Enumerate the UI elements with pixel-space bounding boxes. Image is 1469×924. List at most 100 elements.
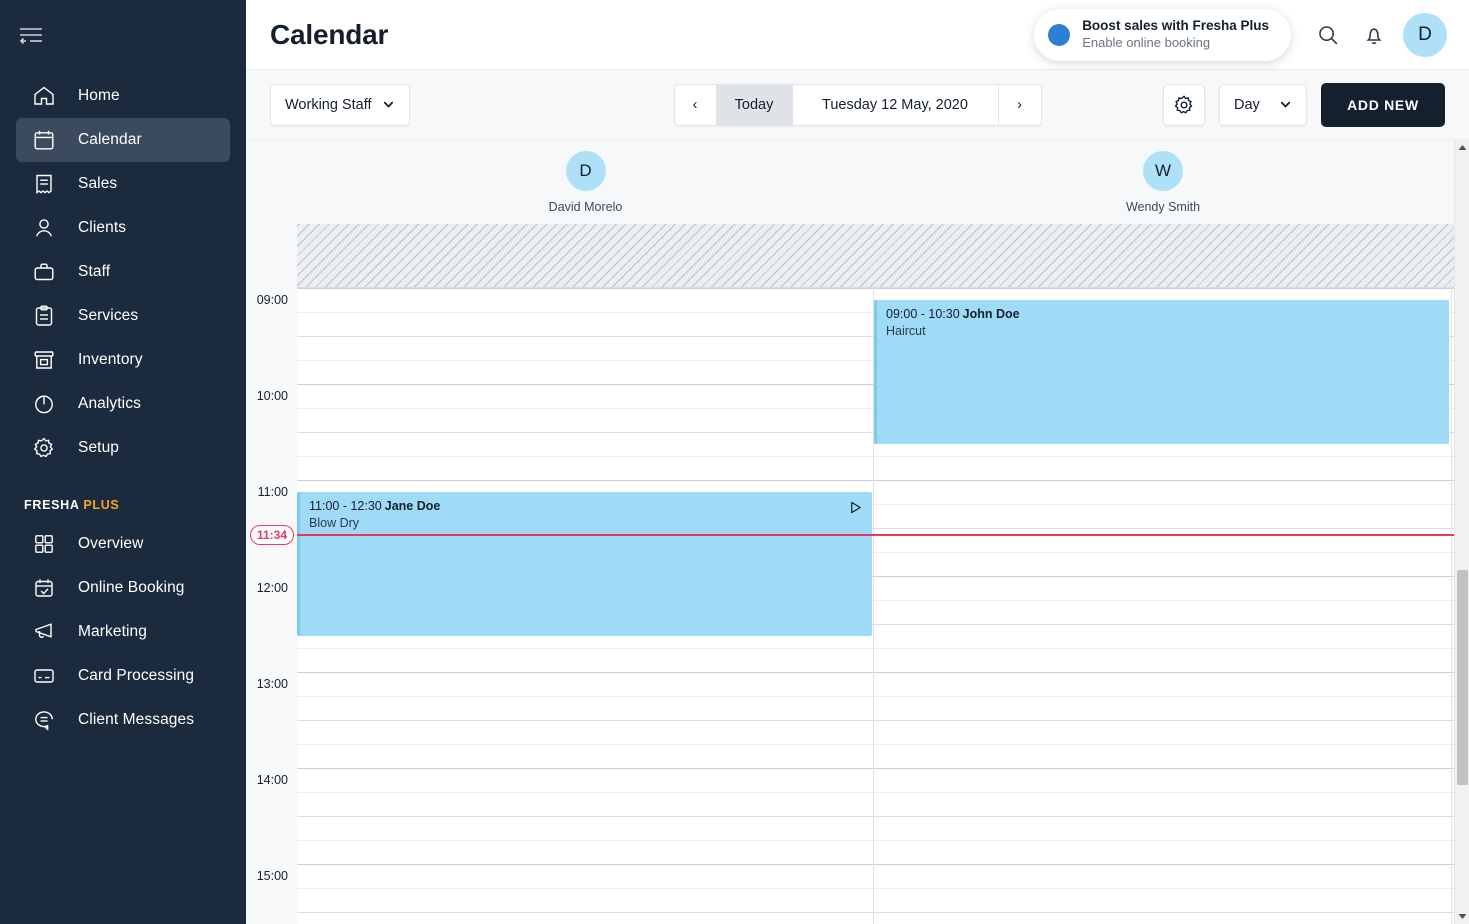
top-bar: Calendar Boost sales with Fresha Plus En… (246, 0, 1469, 70)
working-staff-label: Working Staff (285, 96, 372, 113)
sidebar-item-label: Calendar (78, 131, 142, 148)
chevron-down-icon (1279, 98, 1292, 111)
page-title: Calendar (270, 18, 389, 50)
calendar-icon (22, 118, 66, 162)
sidebar-item-label: Client Messages (78, 711, 195, 728)
chevron-down-icon (382, 98, 395, 111)
appointment-jane-doe[interactable]: 11:00 - 12:30 Jane Doe Blow Dry (297, 492, 872, 636)
view-mode-dropdown[interactable]: Day (1219, 83, 1307, 126)
current-date-label[interactable]: Tuesday 12 May, 2020 (793, 84, 999, 125)
staff-column-headers: D David Morelo W Wendy Smith (246, 140, 1469, 224)
promo-status-dot (1048, 24, 1071, 46)
sidebar-item-setup[interactable]: Setup (16, 426, 230, 470)
top-bar-actions: Boost sales with Fresha Plus Enable onli… (1034, 0, 1447, 70)
scrollbar-thumb[interactable] (1457, 570, 1468, 785)
calendar-toolbar: Working Staff ‹ Today Tuesday 12 May, 20… (246, 70, 1469, 140)
unavailable-time-block (297, 224, 1469, 288)
appointment-client: John Doe (962, 307, 1020, 321)
bell-icon (1362, 23, 1386, 47)
home-icon (22, 74, 66, 118)
inventory-box-icon (22, 338, 66, 382)
appointment-john-doe[interactable]: 09:00 - 10:30 John Doe Haircut (874, 300, 1449, 444)
view-mode-label: Day (1234, 96, 1260, 113)
next-day-button[interactable]: › (999, 85, 1041, 125)
today-button[interactable]: Today (716, 84, 793, 125)
date-navigation: ‹ Today Tuesday 12 May, 2020 › (673, 83, 1042, 126)
search-icon (1316, 23, 1340, 47)
pie-chart-icon (22, 382, 66, 426)
sidebar-item-home[interactable]: Home (16, 74, 230, 118)
user-avatar[interactable]: D (1403, 13, 1447, 57)
previous-day-button[interactable]: ‹ (675, 84, 717, 125)
fresha-plus-promo-banner[interactable]: Boost sales with Fresha Plus Enable onli… (1034, 9, 1291, 61)
avatar: W (1143, 150, 1183, 191)
sidebar-item-label: Home (78, 87, 120, 104)
sidebar-item-label: Marketing (78, 623, 147, 640)
calendar-app: Home Calendar Sales Clients Staff Servic… (0, 0, 1469, 924)
current-time-line (297, 534, 1469, 536)
appointment-client: Jane Doe (384, 499, 441, 513)
appointment-service: Blow Dry (309, 516, 360, 530)
scroll-up-arrow-icon[interactable] (1455, 140, 1469, 155)
fresha-plus-title-accent: PLUS (83, 498, 120, 512)
sidebar-item-card-processing[interactable]: Card Processing (16, 654, 230, 698)
time-label: 12:00 (256, 581, 288, 595)
appointment-header: 11:00 - 12:30 Jane Doe (309, 499, 863, 513)
time-axis: 09:00 10:00 11:00 12:00 13:00 14:00 15:0… (246, 224, 297, 924)
time-label: 10:00 (256, 389, 288, 403)
collapse-menu-icon (16, 24, 46, 48)
main-area: Calendar Boost sales with Fresha Plus En… (246, 0, 1469, 924)
sidebar-item-label: Card Processing (78, 667, 195, 684)
sidebar-item-client-messages[interactable]: Client Messages (16, 698, 230, 742)
calendar-grid[interactable]: 09:00 10:00 11:00 12:00 13:00 14:00 15:0… (246, 224, 1469, 924)
sidebar-item-label: Setup (78, 439, 120, 456)
fresha-plus-section-title: FRESHA PLUS (24, 498, 246, 512)
calendar-scrollbar[interactable] (1454, 140, 1469, 924)
primary-nav: Home Calendar Sales Clients Staff Servic… (0, 74, 246, 470)
avatar: D (565, 150, 606, 191)
staff-header-wendy-smith[interactable]: W Wendy Smith (874, 140, 1452, 224)
play-triangle-icon[interactable] (848, 500, 863, 515)
briefcase-icon (22, 250, 66, 294)
sidebar-item-label: Services (78, 307, 139, 324)
sidebar-item-analytics[interactable]: Analytics (16, 382, 230, 426)
staff-name: Wendy Smith (1125, 199, 1201, 214)
calendar-settings-button[interactable] (1163, 83, 1205, 126)
appointment-time: 11:00 - 12:30 (309, 499, 382, 513)
clipboard-icon (22, 294, 66, 338)
appointment-service: Haircut (886, 324, 926, 338)
megaphone-icon (22, 610, 66, 654)
gear-icon (22, 426, 66, 470)
sidebar-item-sales[interactable]: Sales (16, 162, 230, 206)
search-button[interactable] (1305, 12, 1351, 58)
sidebar-item-calendar[interactable]: Calendar (16, 118, 230, 162)
notifications-button[interactable] (1351, 12, 1397, 58)
working-staff-dropdown[interactable]: Working Staff (270, 83, 410, 126)
sidebar-item-clients[interactable]: Clients (16, 206, 230, 250)
sidebar-item-online-booking[interactable]: Online Booking (16, 566, 230, 610)
sidebar-item-staff[interactable]: Staff (16, 250, 230, 294)
current-time-badge: 11:34 (250, 525, 294, 545)
sidebar-item-label: Inventory (78, 351, 143, 368)
sidebar-item-marketing[interactable]: Marketing (16, 610, 230, 654)
sidebar: Home Calendar Sales Clients Staff Servic… (0, 0, 246, 924)
sidebar-item-overview[interactable]: Overview (16, 522, 230, 566)
sidebar-item-services[interactable]: Services (16, 294, 230, 338)
gear-icon (1173, 94, 1195, 116)
collapse-menu-button[interactable] (16, 16, 60, 56)
time-label: 13:00 (256, 677, 288, 691)
calendar-check-icon (22, 566, 66, 610)
grid-squares-icon (22, 522, 66, 566)
staff-header-david-morelo[interactable]: D David Morelo (297, 140, 874, 224)
appointment-time: 09:00 - 10:30 (886, 307, 960, 321)
chat-bubble-icon (22, 698, 66, 742)
sidebar-item-label: Staff (78, 263, 111, 280)
time-label: 14:00 (256, 773, 288, 787)
staff-name: David Morelo (548, 199, 623, 214)
person-icon (22, 206, 66, 250)
time-label: 15:00 (256, 869, 288, 883)
scroll-down-arrow-icon[interactable] (1455, 909, 1469, 924)
calendar-view: D David Morelo W Wendy Smith 09:00 10:00… (246, 140, 1469, 924)
sidebar-item-inventory[interactable]: Inventory (16, 338, 230, 382)
add-new-button[interactable]: ADD NEW (1321, 82, 1445, 127)
